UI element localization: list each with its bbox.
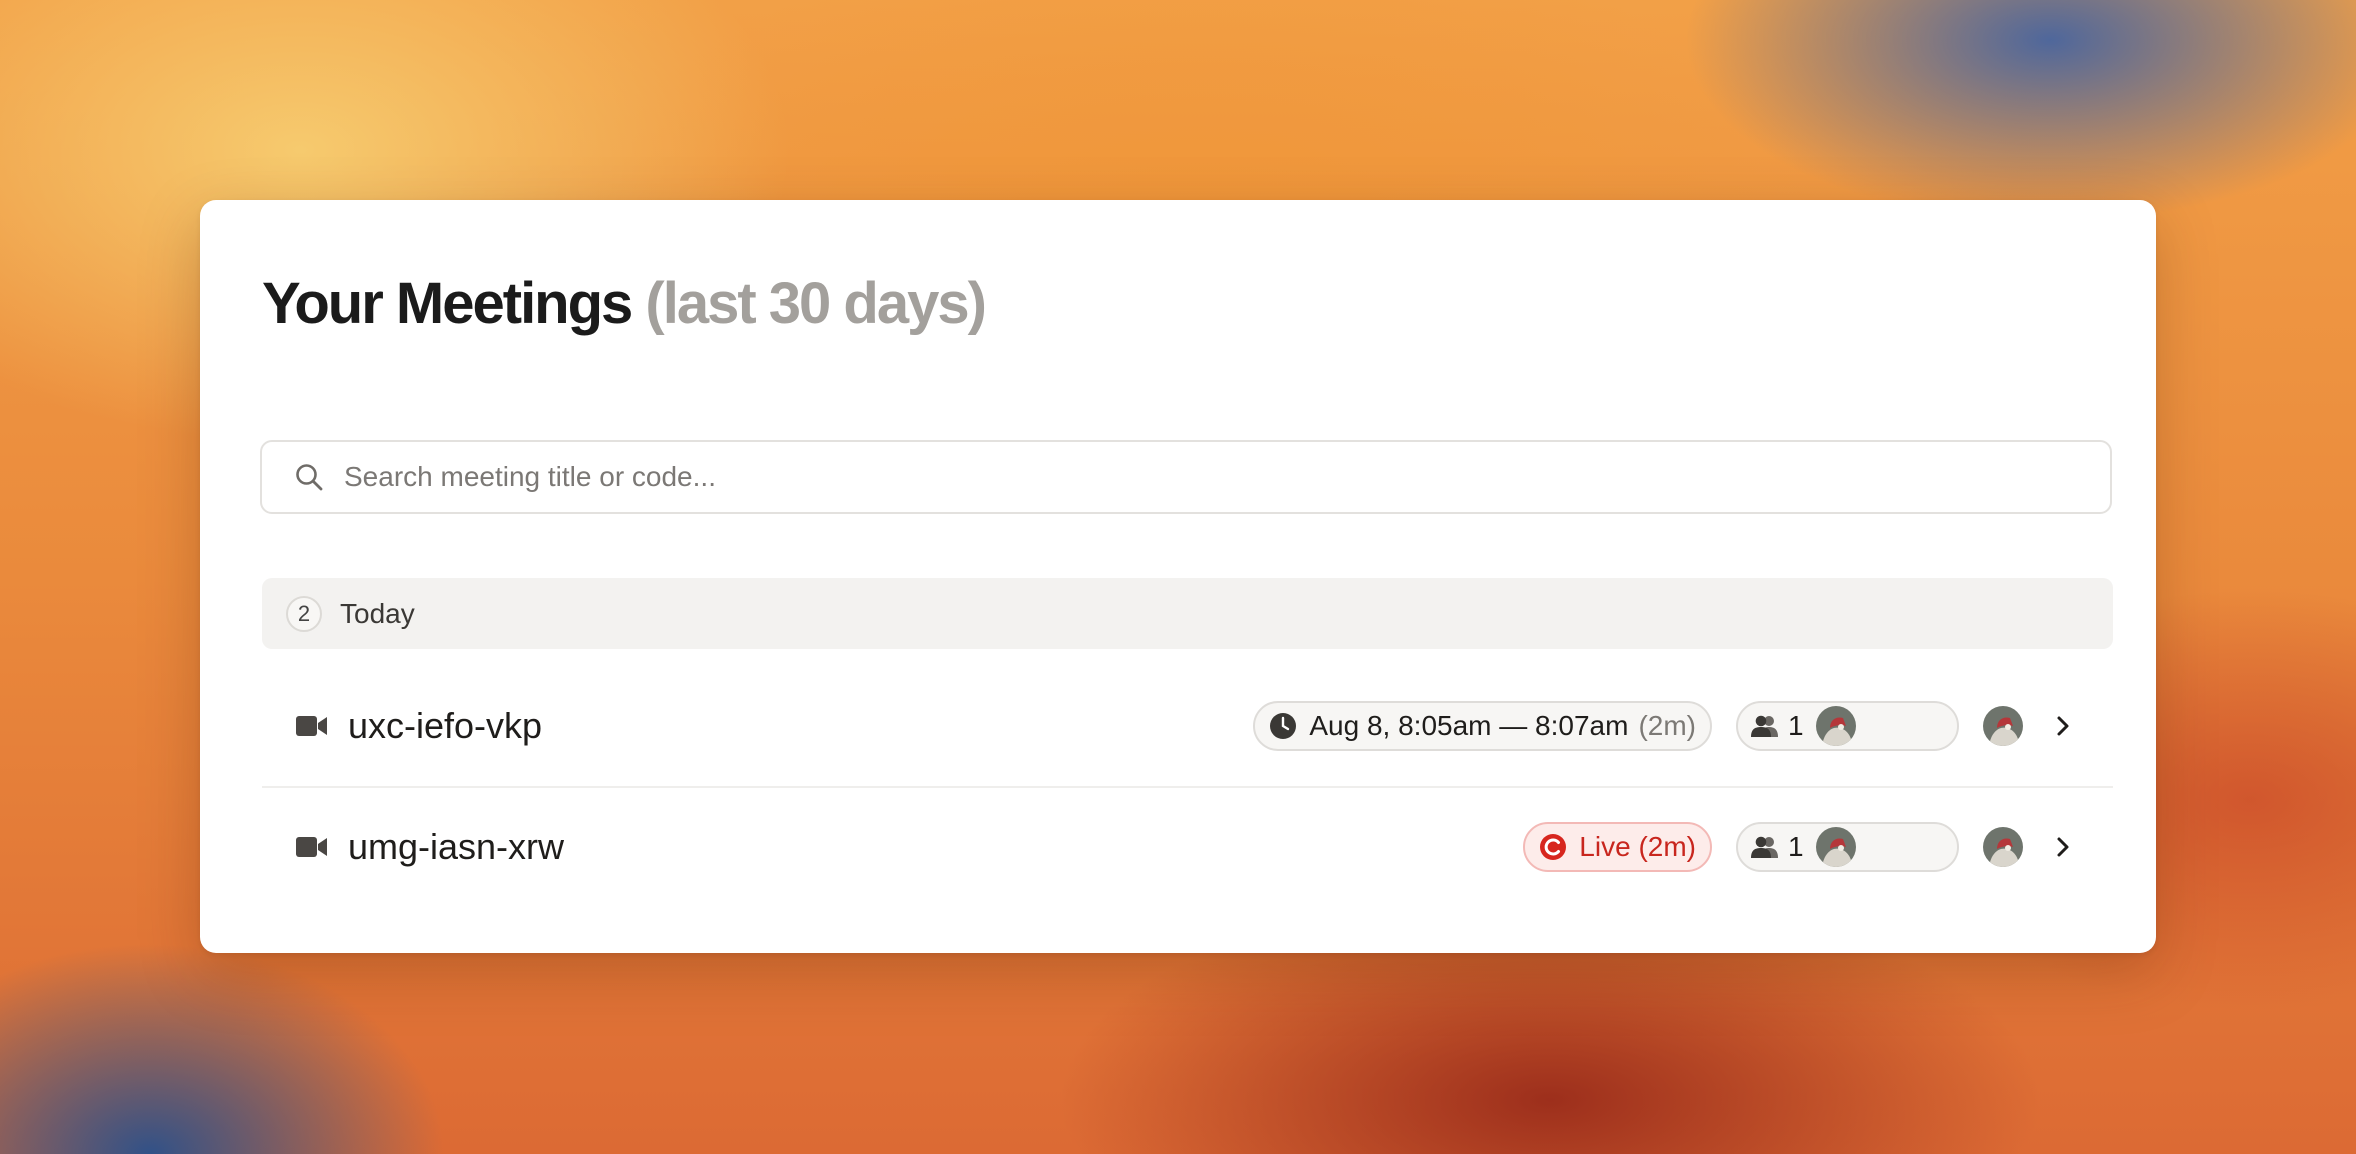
participant-count: 1	[1788, 709, 1804, 741]
search-icon	[294, 462, 324, 492]
meeting-time-pill: Aug 8, 8:05am — 8:07am (2m)	[1253, 700, 1712, 751]
group-header-today[interactable]: 2 Today	[262, 578, 2113, 649]
live-status-pill: Live (2m)	[1523, 822, 1712, 872]
participants-pill[interactable]: 1	[1736, 700, 1959, 751]
people-icon	[1750, 835, 1780, 859]
clock-icon	[1269, 712, 1297, 740]
search-box[interactable]	[260, 440, 2112, 514]
meeting-code: umg-iasn-xrw	[348, 826, 565, 867]
meetings-panel: Your Meetings (last 30 days) 2 Today uxc…	[200, 200, 2156, 953]
group-label: Today	[340, 597, 415, 629]
page-title-main: Your Meetings	[262, 271, 633, 336]
meeting-row[interactable]: uxc-iefo-vkp Aug 8, 8:05am — 8:07am (2m)	[262, 665, 2113, 788]
participant-avatar	[1815, 705, 1856, 746]
video-camera-icon	[296, 836, 328, 858]
meeting-time-range: Aug 8, 8:05am — 8:07am	[1309, 709, 1629, 741]
page-title-suffix: (last 30 days)	[645, 271, 987, 336]
live-record-icon	[1539, 833, 1567, 861]
host-avatar[interactable]	[1983, 827, 2023, 867]
search-input[interactable]	[342, 460, 2110, 494]
participants-pill[interactable]: 1	[1736, 822, 1959, 872]
chevron-right-icon[interactable]	[2053, 833, 2073, 861]
live-label: Live (2m)	[1579, 831, 1696, 862]
meeting-code: uxc-iefo-vkp	[348, 704, 543, 746]
host-avatar[interactable]	[1983, 705, 2023, 746]
participant-count: 1	[1788, 831, 1804, 862]
video-camera-icon	[296, 715, 328, 737]
page-title: Your Meetings (last 30 days)	[262, 270, 987, 337]
group-count-badge: 2	[286, 595, 322, 632]
participant-avatar	[1815, 827, 1856, 867]
meeting-duration: (2m)	[1638, 709, 1696, 741]
chevron-right-icon[interactable]	[2053, 712, 2073, 740]
people-icon	[1750, 714, 1780, 738]
meeting-row[interactable]: umg-iasn-xrw Live (2m) 1	[262, 787, 2113, 907]
